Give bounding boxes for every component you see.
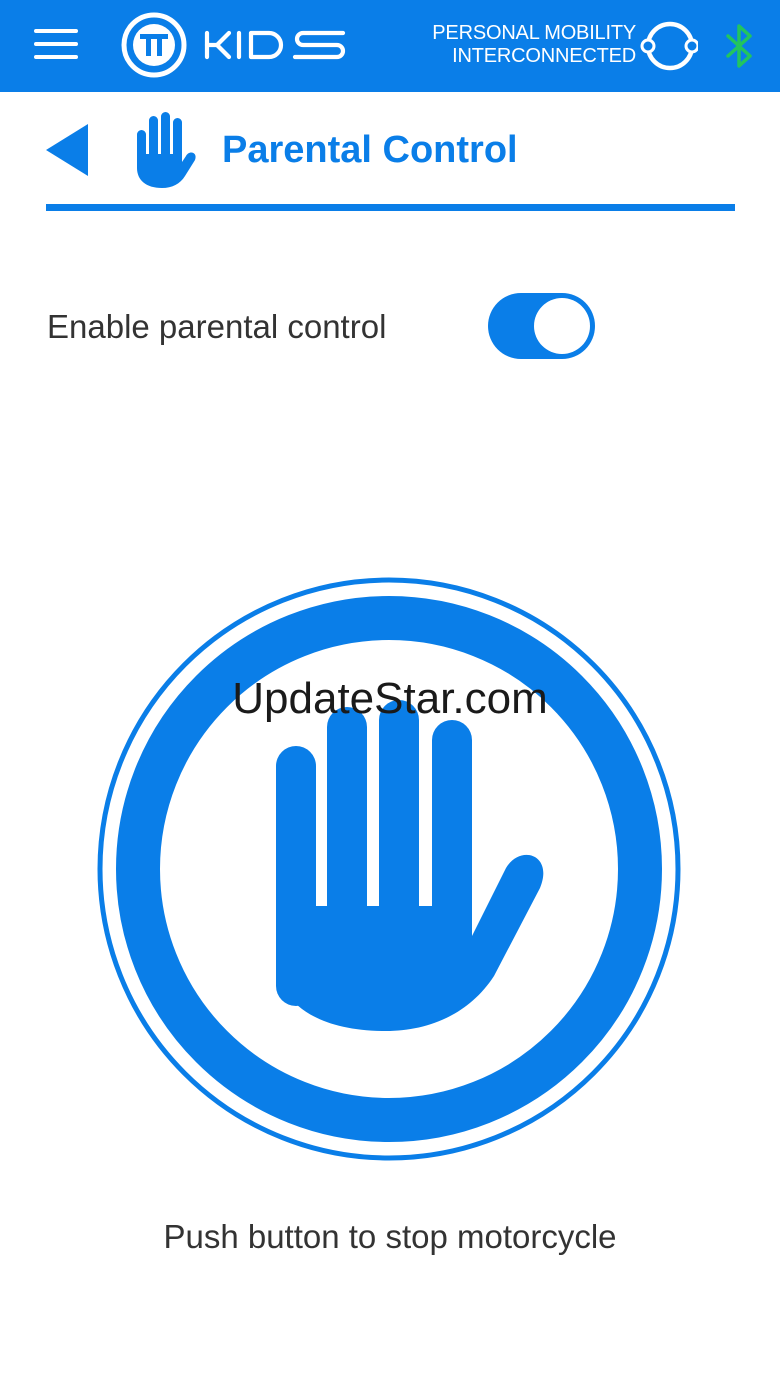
tagline-line-2: INTERCONNECTED [452, 45, 636, 67]
toggle-knob [534, 298, 590, 354]
ring-connector-icon [640, 21, 698, 71]
page-title: Parental Control [222, 129, 518, 171]
tt-logo-icon [121, 12, 187, 78]
hand-icon [137, 112, 196, 188]
bluetooth-icon[interactable] [722, 24, 756, 68]
app-header-bar: PERSONAL MOBILITY INTERCONNECTED [0, 0, 780, 92]
stop-button-caption: Push button to stop motorcycle [163, 1218, 617, 1255]
watermark-text: UpdateStar.com [232, 674, 548, 723]
stop-hand-icon [276, 700, 544, 1031]
tagline-line-1: PERSONAL MOBILITY [432, 22, 636, 44]
stop-motorcycle-button[interactable] [96, 576, 682, 1162]
brand-tagline: PERSONAL MOBILITY INTERCONNECTED [400, 22, 636, 68]
back-arrow-icon[interactable] [44, 122, 92, 178]
enable-parental-control-label: Enable parental control [47, 308, 387, 345]
title-divider [46, 204, 735, 211]
kids-logo-text [204, 30, 346, 60]
hamburger-menu-icon[interactable] [34, 29, 78, 61]
enable-parental-control-toggle[interactable] [488, 293, 595, 359]
